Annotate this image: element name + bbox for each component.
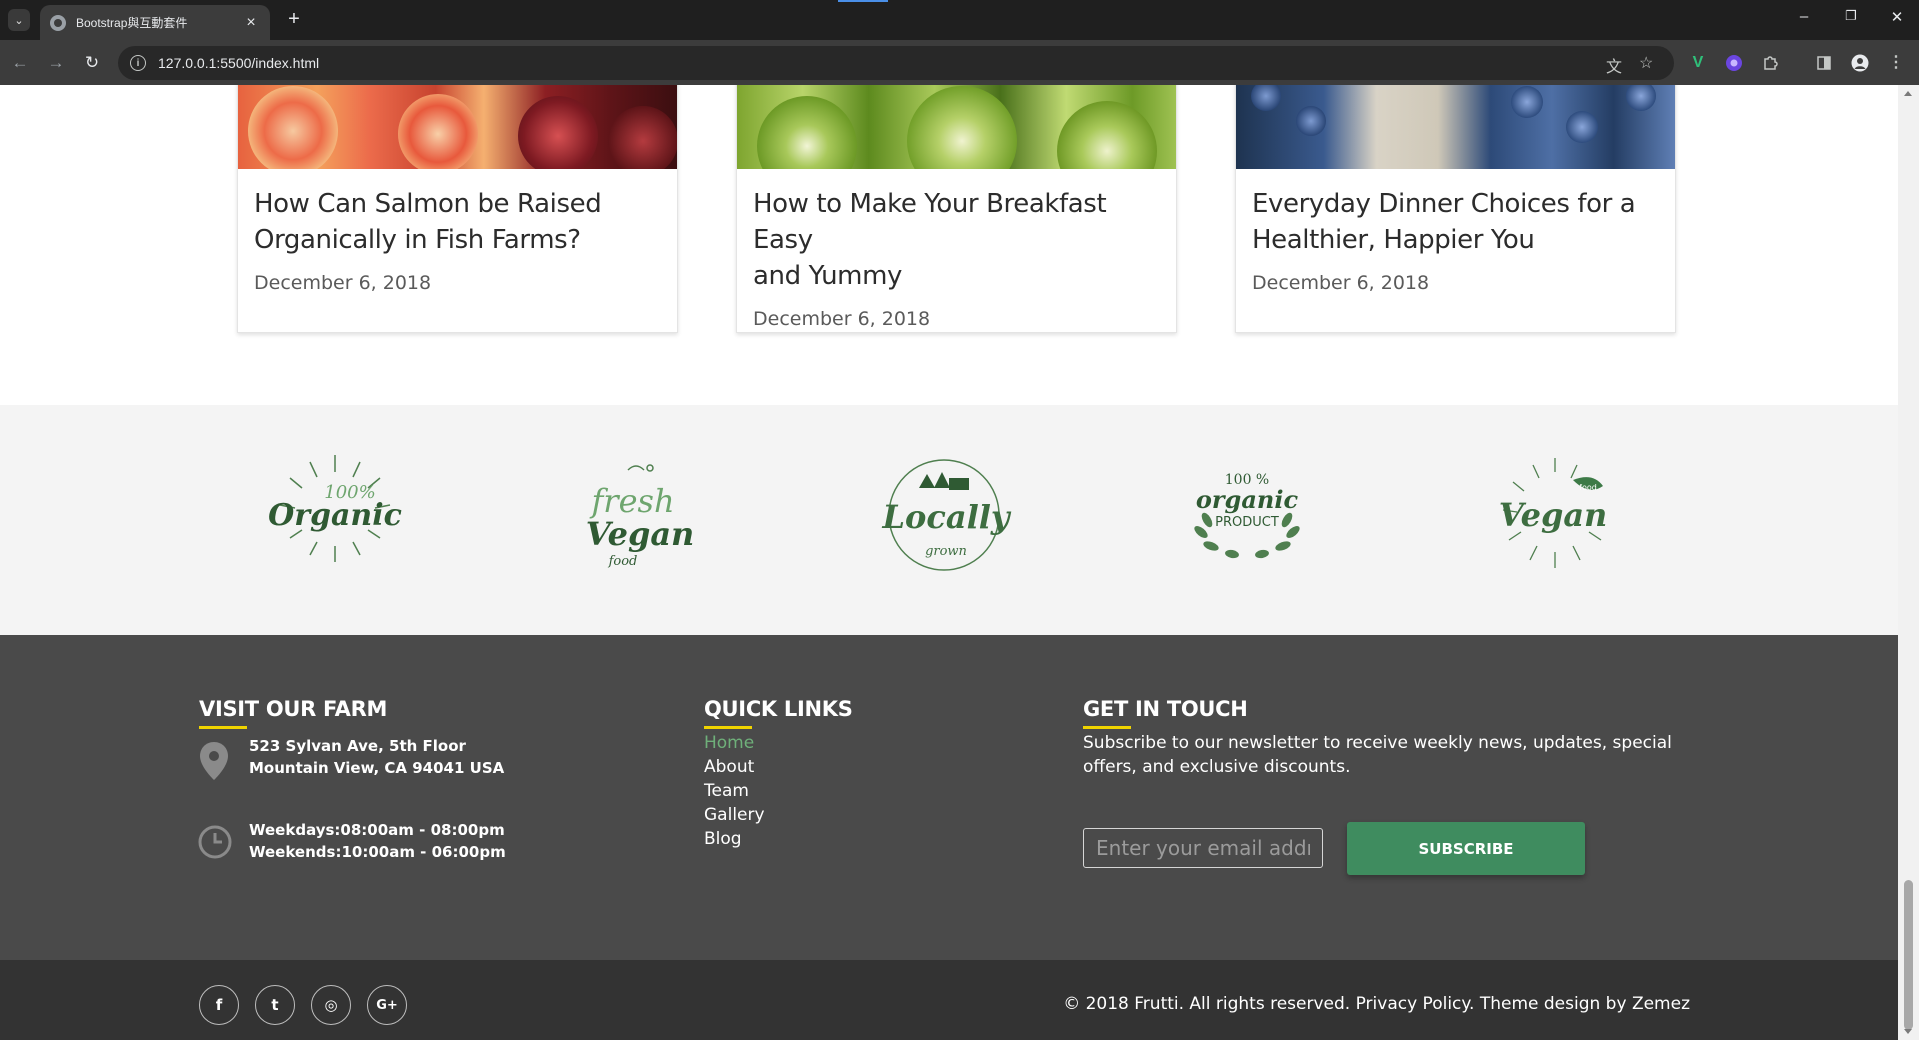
bookmark-star-icon[interactable]: ☆ [1639,53,1653,73]
logo-text: food [608,554,638,569]
page-viewport: How Can Salmon be Raised Organically in … [0,85,1898,1040]
site-footer: VISIT OUR FARM 523 Sylvan Ave, 5th Floor… [0,635,1898,960]
footer-link-blog[interactable]: Blog [704,829,742,849]
visit-heading: VISIT OUR FARM [199,697,388,729]
card-title[interactable]: Everyday Dinner Choices for a Healthier,… [1252,186,1659,258]
side-panel-icon[interactable] [1812,51,1836,75]
locally-grown-logo: Locally grown [882,459,1012,571]
url-text: 127.0.0.1:5500/index.html [158,55,320,71]
clock-icon [198,825,232,859]
blog-card[interactable]: How to Make Your Breakfast Easy and Yumm… [736,85,1177,333]
fresh-vegan-logo: fresh Vegan food [586,464,695,569]
browser-toolbar: ← → ↻ i 127.0.0.1:5500/index.html 文 ☆ V … [0,40,1919,85]
card-title-line: Organically in Fish Farms? [254,225,581,255]
email-input[interactable] [1083,828,1323,868]
footer-link-home[interactable]: Home [704,733,754,753]
card-title-line: Healthier, Happier You [1252,225,1535,255]
browser-tab[interactable]: Bootstrap與互動套件 × [40,5,270,40]
logo-text: Vegan [586,515,695,553]
hours-line: Weekends:10:00am - 06:00pm [249,843,506,861]
copyright-text: © 2018 Frutti. All rights reserved. Priv… [1063,994,1690,1014]
organic-product-logo: 100 % organic PRODUCT [1194,472,1300,559]
card-title[interactable]: How to Make Your Breakfast Easy and Yumm… [753,186,1160,294]
globe-icon [50,14,66,31]
browser-menu-icon[interactable]: ⋮ [1884,51,1908,75]
address-line: Mountain View, CA 94041 USA [249,759,505,777]
footer-link-about[interactable]: About [704,757,754,777]
tab-title: Bootstrap與互動套件 [76,16,188,30]
close-window-button[interactable]: ✕ [1882,8,1912,26]
instagram-icon[interactable]: ◎ [311,985,351,1025]
vue-devtools-icon[interactable]: V [1686,51,1710,75]
address-line: 523 Sylvan Ave, 5th Floor [249,737,466,755]
blueberry-image [1236,85,1675,169]
extension-purple-icon[interactable] [1722,51,1746,75]
footer-link-team[interactable]: Team [704,781,749,801]
google-plus-icon[interactable]: G+ [367,985,407,1025]
browser-tab-strip: ⌄ Bootstrap與互動套件 × + – ❐ ✕ [0,0,1919,40]
card-title[interactable]: How Can Salmon be Raised Organically in … [254,186,661,258]
card-title-line: How Can Salmon be Raised [254,189,602,219]
kiwi-image [737,85,1176,169]
card-date: December 6, 2018 [1252,272,1430,294]
new-tab-button[interactable]: + [282,8,306,31]
logo-text: grown [925,544,967,559]
tab-search-button[interactable]: ⌄ [8,9,30,31]
reload-button[interactable]: ↻ [80,51,104,75]
location-pin-icon [200,742,228,780]
newsletter-description: Subscribe to our newsletter to receive w… [1083,733,1672,777]
extensions-puzzle-icon[interactable] [1758,51,1782,75]
blog-card[interactable]: How Can Salmon be Raised Organically in … [237,85,678,333]
subscribe-button[interactable]: SUBSCRIBE [1347,822,1585,875]
logo-text: Organic [268,498,402,533]
page-scrollbar[interactable] [1898,85,1919,1040]
vegan-food-logo: food Vegan [1499,458,1608,568]
logo-text: Locally [882,498,1012,536]
logo-text: food [1579,483,1597,492]
close-tab-icon[interactable]: × [242,14,260,32]
restore-button[interactable]: ❐ [1836,8,1866,24]
logo-text: Vegan [1499,496,1608,534]
blog-section: How Can Salmon be Raised Organically in … [0,85,1898,405]
scroll-down-arrow[interactable] [1904,1029,1912,1034]
hours-line: Weekdays:08:00am - 08:00pm [249,821,505,839]
facebook-icon[interactable]: f [199,985,239,1025]
get-in-touch-heading: GET IN TOUCH [1083,697,1248,729]
grapefruit-image [238,85,677,169]
tab-indicator [838,0,888,2]
organic-100-logo: 100% Organic [268,455,402,562]
scroll-up-arrow[interactable] [1904,91,1912,96]
forward-button[interactable]: → [44,51,68,75]
minimize-button[interactable]: – [1789,8,1819,25]
certification-logos-section: 100% Organic fresh Vegan food Locally gr… [0,405,1898,635]
logo-text: organic [1196,485,1299,514]
twitter-icon[interactable]: t [255,985,295,1025]
scrollbar-thumb[interactable] [1904,880,1913,1030]
blog-card[interactable]: Everyday Dinner Choices for a Healthier,… [1235,85,1676,333]
card-title-line: Everyday Dinner Choices for a [1252,189,1636,219]
logo-text: PRODUCT [1215,515,1279,530]
quick-links-heading: QUICK LINKS [704,697,853,729]
address-bar[interactable]: i 127.0.0.1:5500/index.html 文 ☆ [118,46,1674,80]
card-title-line: and Yummy [753,261,902,291]
card-date: December 6, 2018 [254,272,432,294]
footer-bottom-bar: f t ◎ G+ © 2018 Frutti. All rights reser… [0,960,1898,1040]
footer-link-gallery[interactable]: Gallery [704,805,765,825]
translate-icon[interactable]: 文 [1606,53,1622,77]
site-info-icon[interactable]: i [130,55,146,71]
card-date: December 6, 2018 [753,308,931,330]
profile-avatar-icon[interactable] [1848,51,1872,75]
card-title-line: How to Make Your Breakfast Easy [753,189,1107,255]
back-button[interactable]: ← [8,51,32,75]
